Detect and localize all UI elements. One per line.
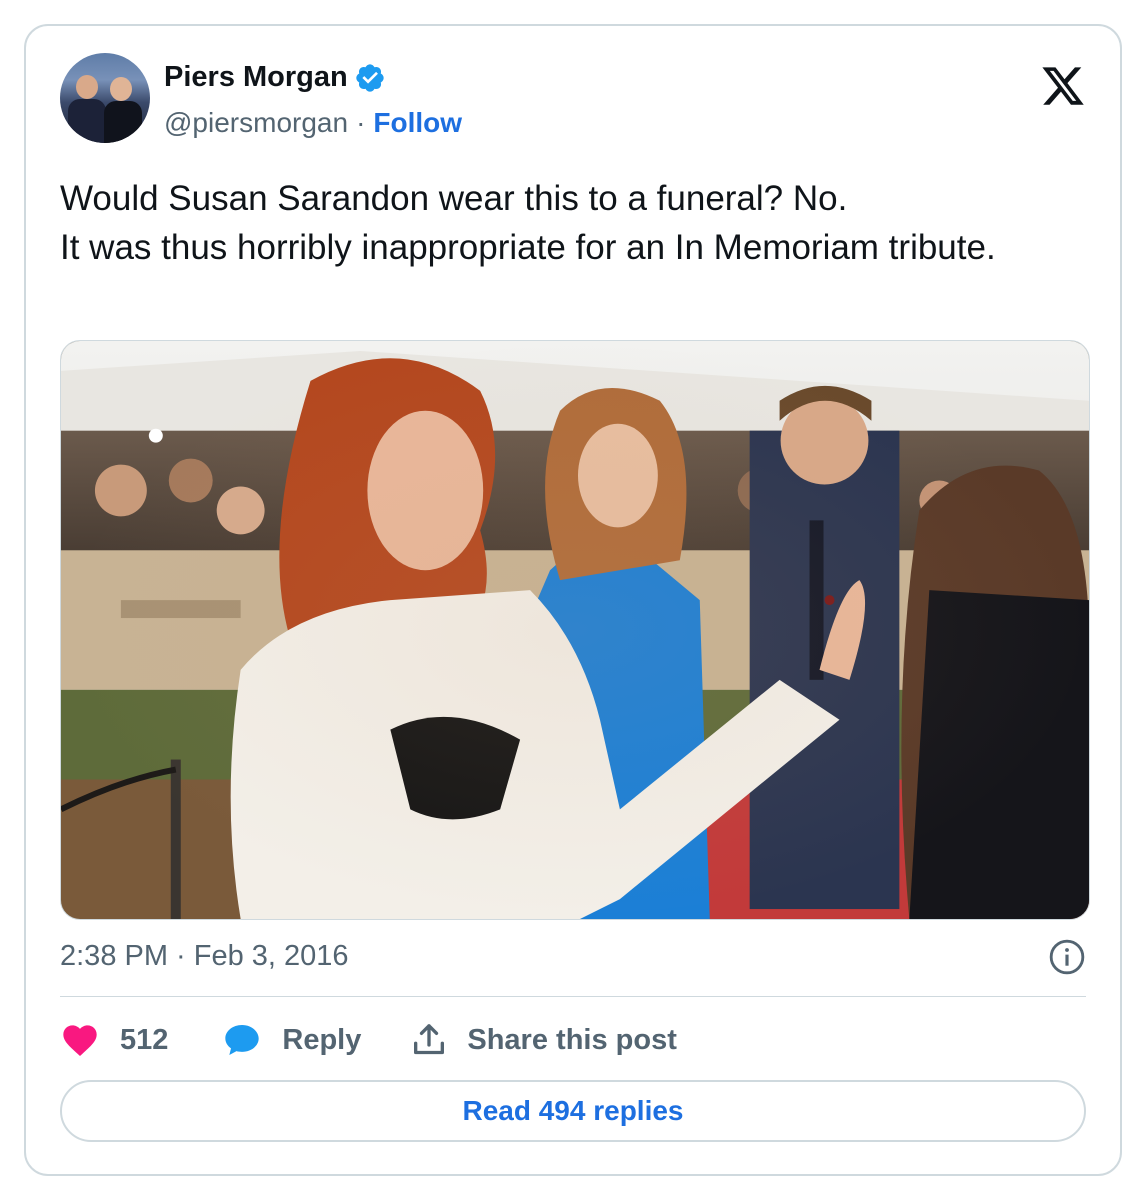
speech-bubble-icon xyxy=(225,1025,260,1055)
tweet-header: Piers Morgan @piersmorgan · Follow xyxy=(60,53,1086,153)
action-bar: 512 Reply Share this post xyxy=(60,1016,677,1064)
like-count: 512 xyxy=(120,1023,169,1056)
separator-dot: · xyxy=(356,107,366,138)
reply-button[interactable]: Reply xyxy=(222,1020,361,1060)
tweet-embed-card: Piers Morgan @piersmorgan · Follow Would… xyxy=(24,24,1122,1176)
tweet-text-line-2: It was thus horribly inappropriate for a… xyxy=(60,228,996,267)
tweet-text-line-1: Would Susan Sarandon wear this to a fune… xyxy=(60,179,848,218)
handle-row: @piersmorgan · Follow xyxy=(164,107,462,139)
author-handle[interactable]: @piersmorgan xyxy=(164,107,348,139)
x-logo-icon[interactable] xyxy=(1040,63,1086,109)
heart-icon xyxy=(63,1025,97,1056)
tweet-timestamp[interactable]: 2:38 PM · Feb 3, 2016 xyxy=(60,940,349,973)
read-replies-button[interactable]: Read 494 replies xyxy=(60,1080,1086,1142)
author-name-row: Piers Morgan xyxy=(164,61,386,94)
verified-badge-icon xyxy=(356,63,384,92)
like-button[interactable]: 512 xyxy=(60,1020,168,1060)
divider xyxy=(60,996,1086,997)
tweet-text: Would Susan Sarandon wear this to a fune… xyxy=(60,174,1060,272)
photo-illustration xyxy=(61,341,1089,919)
info-icon[interactable] xyxy=(1048,938,1086,976)
author-name[interactable]: Piers Morgan xyxy=(164,61,348,94)
share-label: Share this post xyxy=(467,1023,677,1056)
tweet-photo[interactable] xyxy=(60,340,1090,920)
reply-label: Reply xyxy=(282,1023,362,1056)
share-button[interactable]: Share this post xyxy=(409,1020,677,1060)
follow-button[interactable]: Follow xyxy=(373,107,462,139)
share-upload-icon xyxy=(414,1024,445,1055)
avatar[interactable] xyxy=(60,53,150,143)
